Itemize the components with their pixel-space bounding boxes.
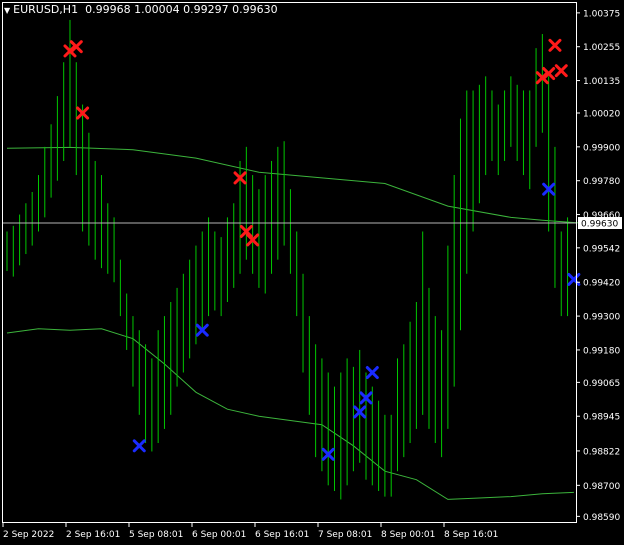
price-tick-label: 0.98700: [583, 482, 620, 492]
time-tick-label: 6 Sep 00:01: [192, 530, 246, 540]
price-tick-label: 1.00375: [583, 9, 620, 19]
price-tick-label: 0.99065: [583, 379, 620, 389]
price-tick-label: 1.00255: [583, 43, 620, 53]
symbol-header[interactable]: ▼ EURUSD,H1 0.99968 1.00004 0.99297 0.996…: [4, 3, 278, 16]
open-price: 0.99968: [85, 3, 131, 16]
high-price: 1.00004: [134, 3, 180, 16]
current-price-tag: 0.99630: [578, 217, 622, 230]
price-tick-label: 0.99180: [583, 346, 620, 356]
price-tick-label: 0.99900: [583, 143, 620, 153]
time-tick-label: 5 Sep 08:01: [129, 530, 183, 540]
collapse-triangle-icon[interactable]: ▼: [4, 6, 10, 15]
symbol-name: EURUSD,H1: [13, 3, 79, 16]
time-tick-label: 8 Sep 16:01: [444, 530, 498, 540]
price-tick-label: 0.99420: [583, 279, 620, 289]
price-tick-label: 1.00135: [583, 77, 620, 87]
time-tick-label: 2 Sep 2022: [3, 530, 54, 540]
price-tick-label: 0.98945: [583, 413, 620, 423]
svg-text:0.99630: 0.99630: [581, 220, 618, 230]
time-tick-label: 8 Sep 00:01: [381, 530, 435, 540]
price-tick-label: 0.99300: [583, 313, 620, 323]
chart-background: [0, 0, 624, 545]
time-tick-label: 6 Sep 16:01: [255, 530, 309, 540]
time-tick-label: 2 Sep 16:01: [66, 530, 120, 540]
price-tick-label: 0.99542: [583, 244, 620, 254]
price-tick-label: 0.99780: [583, 177, 620, 187]
time-tick-label: 7 Sep 08:01: [318, 530, 372, 540]
close-price: 0.99630: [232, 3, 278, 16]
price-chart[interactable]: 1.00375 1.00255 1.00135 1.00020 0.99900 0.997…: [0, 0, 624, 545]
price-tick-label: 1.00020: [583, 110, 620, 120]
low-price: 0.99297: [183, 3, 229, 16]
price-tick-label: 0.98822: [583, 447, 620, 457]
price-tick-label: 0.98590: [583, 513, 620, 523]
